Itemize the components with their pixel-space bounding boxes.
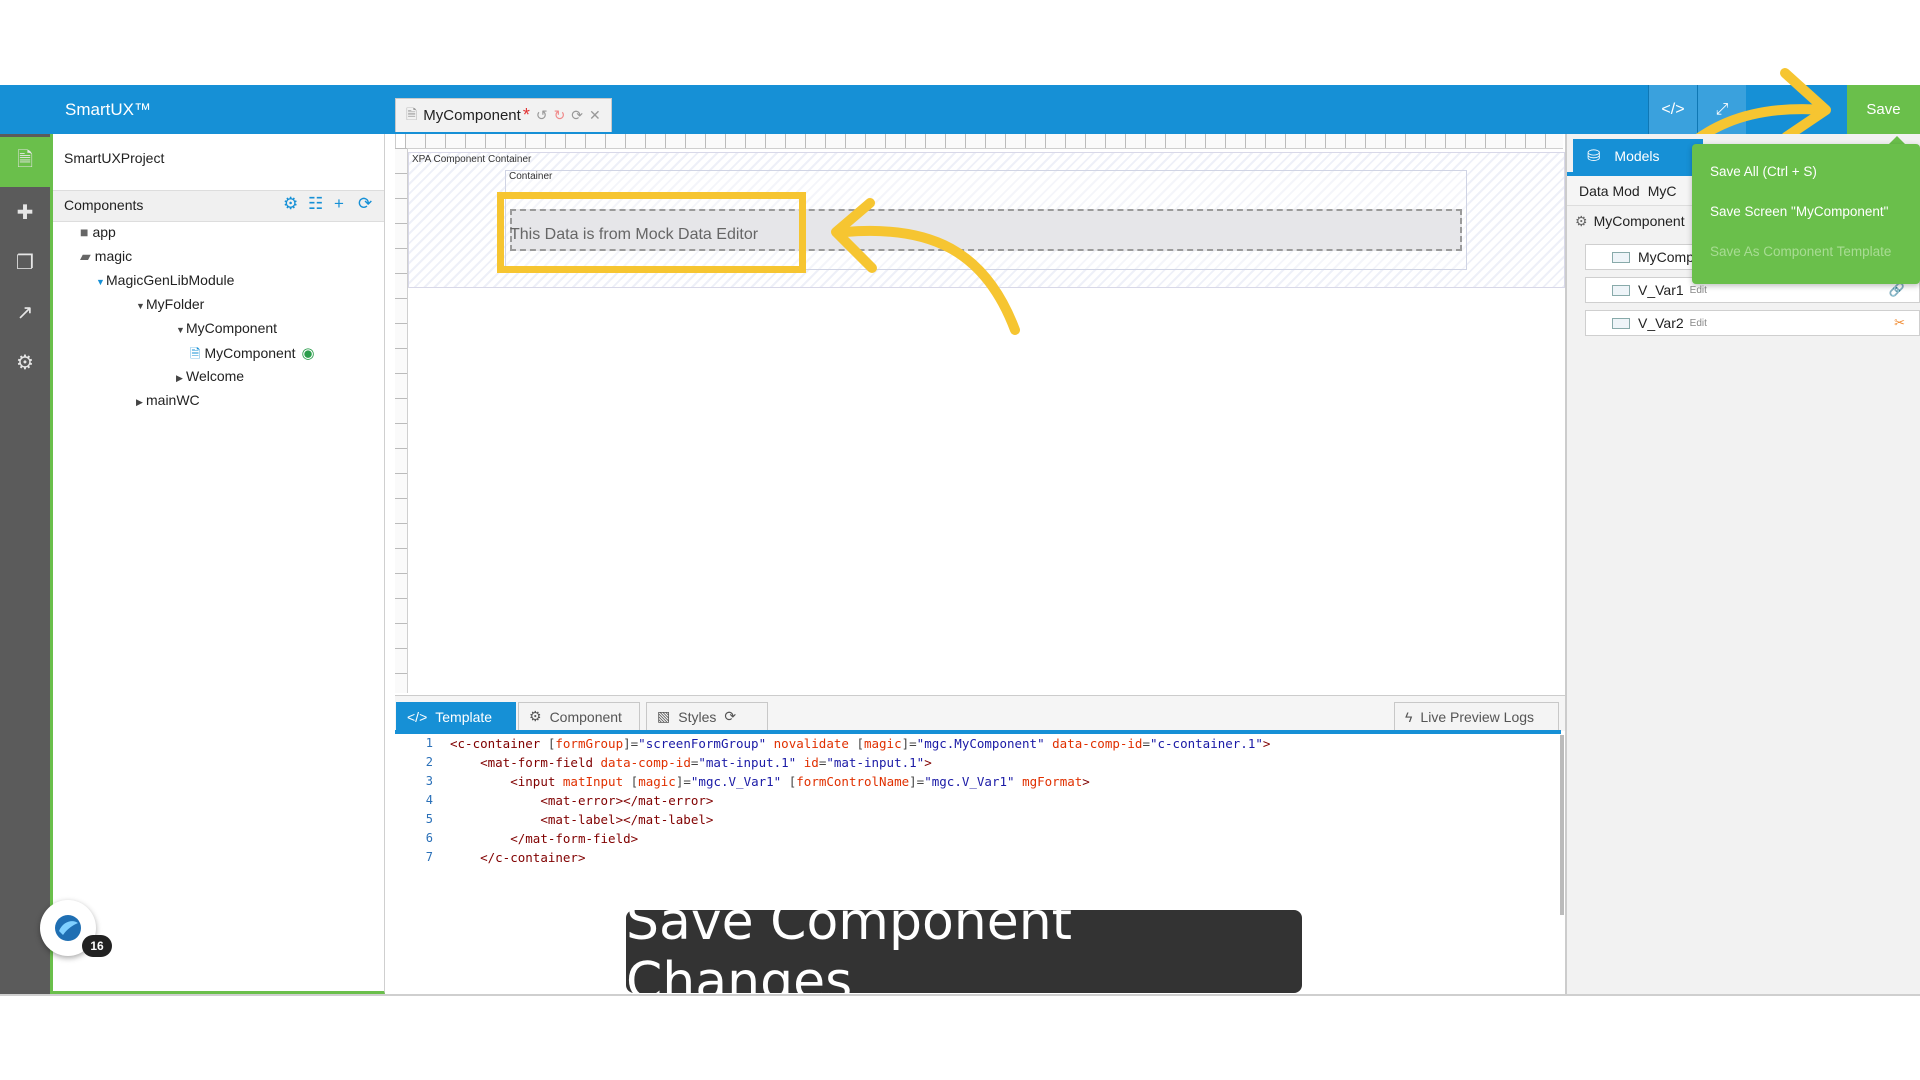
- edit-link[interactable]: Edit: [1690, 285, 1707, 296]
- arrow-to-field: [840, 225, 1020, 335]
- unlink-icon[interactable]: ✂: [1894, 315, 1905, 331]
- var-row-v-var2[interactable]: V_Var2 Edit ✂: [1585, 310, 1920, 336]
- notification-count-badge: 16: [82, 935, 112, 957]
- bottom-divider: [0, 994, 1920, 996]
- gear-icon: ⚙: [529, 708, 542, 724]
- image-icon: ▧: [657, 708, 671, 724]
- data-model-value[interactable]: MyC: [1648, 183, 1677, 199]
- tab-component[interactable]: ⚙ Component: [518, 702, 640, 730]
- field-icon: [1612, 317, 1630, 329]
- line-number: 6: [425, 831, 433, 845]
- tab-styles[interactable]: ▧ Styles ⟳: [646, 702, 768, 730]
- field-icon: [1612, 251, 1630, 263]
- tutorial-caption: Save Component Changes: [626, 892, 1302, 1012]
- database-icon: ⛁: [1587, 147, 1601, 165]
- line-number: 3: [425, 774, 433, 788]
- line-number: 1: [425, 736, 433, 750]
- menu-item-save-all[interactable]: Save All (Ctrl + S): [1710, 164, 1817, 179]
- link-icon[interactable]: 🔗: [1889, 282, 1905, 298]
- tab-models[interactable]: ⛁ Models: [1573, 139, 1703, 172]
- code-line: </mat-form-field>: [510, 831, 639, 846]
- refresh-icon[interactable]: ⟳: [724, 708, 736, 725]
- code-line: <input matInput [magic]="mgc.V_Var1" [fo…: [510, 774, 1090, 789]
- gears-icon: ⚙: [1575, 212, 1588, 229]
- tab-live-preview-logs[interactable]: ϟ Live Preview Logs: [1394, 702, 1559, 730]
- bolt-icon: ϟ: [1405, 708, 1413, 725]
- line-number: 4: [425, 793, 433, 807]
- menu-item-save-template[interactable]: Save As Component Template: [1710, 244, 1891, 259]
- menu-item-save-screen[interactable]: Save Screen "MyComponent": [1710, 204, 1888, 219]
- code-line: <c-container [formGroup]="screenFormGrou…: [450, 736, 1271, 751]
- code-line: <mat-error></mat-error>: [540, 793, 714, 808]
- tab-template[interactable]: </> Template: [396, 702, 516, 730]
- edit-link[interactable]: Edit: [1690, 318, 1707, 329]
- data-model-label: Data Mod: [1579, 182, 1640, 199]
- model-root-item[interactable]: ⚙ MyComponent: [1575, 210, 1685, 232]
- code-line: </c-container>: [480, 850, 586, 865]
- field-icon: [1612, 284, 1630, 296]
- code-line: <mat-label></mat-label>: [540, 812, 714, 827]
- magic-logo-icon: [55, 915, 81, 941]
- editor-scrollbar[interactable]: [1560, 735, 1564, 915]
- save-dropdown-menu: Save All (Ctrl + S) Save Screen "MyCompo…: [1692, 144, 1920, 284]
- code-line: <mat-form-field data-comp-id="mat-input.…: [480, 755, 932, 770]
- code-icon: </>: [407, 708, 428, 725]
- line-number: 5: [425, 812, 433, 826]
- line-number: 2: [425, 755, 433, 769]
- line-number: 7: [425, 850, 433, 864]
